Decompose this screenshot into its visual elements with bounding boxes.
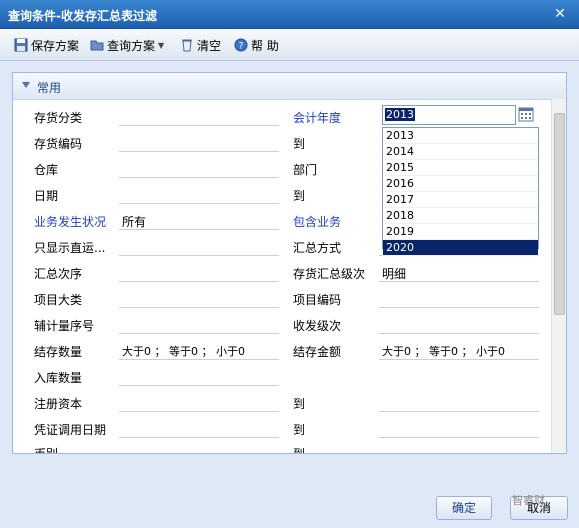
- save-icon: [14, 38, 28, 52]
- window-title: 查询条件-收发存汇总表过滤: [8, 9, 157, 23]
- year-option[interactable]: 2013: [383, 128, 538, 144]
- field-input[interactable]: [119, 411, 279, 412]
- field-input[interactable]: [379, 281, 539, 282]
- field-label: 仓库: [34, 163, 59, 177]
- field-label: 币别: [34, 447, 59, 454]
- panel-scrollbar[interactable]: [551, 99, 566, 453]
- year-option[interactable]: 2014: [383, 144, 538, 160]
- scrollbar-thumb[interactable]: [554, 113, 565, 315]
- year-option[interactable]: 2016: [383, 176, 538, 192]
- calendar-icon[interactable]: [517, 105, 535, 123]
- clear-label: 清空: [197, 38, 222, 53]
- svg-text:?: ?: [239, 42, 244, 52]
- field-label: 存货汇总级次: [293, 267, 366, 281]
- save-scheme-label: 保存方案: [31, 38, 80, 53]
- field-input[interactable]: [379, 333, 539, 334]
- field-label: 包含业务: [293, 215, 342, 229]
- year-option[interactable]: 2015: [383, 160, 538, 176]
- ok-button[interactable]: 确定: [436, 496, 492, 520]
- save-scheme-button[interactable]: 保存方案: [14, 36, 79, 54]
- field-value[interactable]: 大于0 ； 等于0 ； 小于0: [122, 343, 245, 359]
- section-header[interactable]: 常用: [13, 73, 566, 100]
- window-title-bar: 查询条件-收发存汇总表过滤 ✕: [0, 0, 579, 29]
- section-title: 常用: [37, 81, 62, 95]
- field-input[interactable]: [379, 411, 539, 412]
- year-option-selected[interactable]: 2020: [383, 240, 538, 256]
- field-input[interactable]: [119, 255, 279, 256]
- clear-icon: [182, 39, 192, 52]
- query-scheme-button[interactable]: 查询方案 ▼: [90, 36, 164, 54]
- help-icon: ?: [234, 38, 248, 52]
- field-label: 辅计量序号: [34, 319, 95, 333]
- field-input[interactable]: [119, 359, 279, 360]
- field-label: 日期: [34, 189, 59, 203]
- field-input[interactable]: [379, 437, 539, 438]
- field-label: 注册资本: [34, 397, 83, 411]
- field-value[interactable]: 明细: [382, 265, 406, 282]
- field-label: 存货编码: [34, 137, 83, 151]
- field-label: 只显示直运...: [34, 241, 106, 255]
- field-label: 汇总次序: [34, 267, 83, 281]
- field-label: 到: [293, 137, 306, 151]
- clear-button[interactable]: 清空: [180, 36, 221, 54]
- field-label: 结存数量: [34, 345, 83, 359]
- field-label: 会计年度: [293, 111, 342, 125]
- field-label: 部门: [293, 163, 318, 177]
- help-label: 帮 助: [251, 38, 279, 53]
- field-label: 入库数量: [34, 371, 83, 385]
- field-input[interactable]: [119, 333, 279, 334]
- field-input[interactable]: [119, 385, 279, 386]
- field-input[interactable]: [379, 307, 539, 308]
- field-label: 收发级次: [293, 319, 342, 333]
- field-label: 存货分类: [34, 111, 83, 125]
- collapse-arrow-icon[interactable]: [22, 82, 30, 88]
- year-option[interactable]: 2018: [383, 208, 538, 224]
- field-input[interactable]: [119, 307, 279, 308]
- chevron-down-icon: ▼: [158, 40, 165, 50]
- year-dropdown-list: 2013 2014 2015 2016 2017 2018 2019 2020: [382, 127, 539, 256]
- folder-icon: [90, 40, 104, 51]
- field-input[interactable]: [379, 359, 539, 360]
- field-label: 到: [293, 423, 306, 437]
- fiscal-year-input[interactable]: 2013: [382, 105, 516, 125]
- field-input[interactable]: [119, 151, 279, 152]
- field-input[interactable]: [119, 437, 279, 438]
- field-input[interactable]: [119, 229, 279, 230]
- toolbar: 保存方案 查询方案 ▼ 清空 ? 帮 助: [0, 29, 579, 61]
- help-button[interactable]: ? 帮 助: [234, 36, 279, 54]
- field-label: 到: [293, 447, 306, 454]
- query-scheme-label: 查询方案: [107, 38, 156, 53]
- field-label: 到: [293, 189, 306, 203]
- watermark-text: 智睿财: [512, 494, 545, 507]
- field-label: 凭证调用日期: [34, 423, 107, 437]
- year-option[interactable]: 2017: [383, 192, 538, 208]
- field-label: 到: [293, 397, 306, 411]
- year-option[interactable]: 2019: [383, 224, 538, 240]
- field-label: 结存金额: [293, 345, 342, 359]
- field-value[interactable]: 大于0 ； 等于0 ； 小于0: [382, 343, 505, 359]
- close-icon[interactable]: ✕: [551, 5, 569, 23]
- field-input[interactable]: [119, 125, 279, 126]
- field-label: 项目大类: [34, 293, 83, 307]
- field-label: 汇总方式: [293, 241, 342, 255]
- field-input[interactable]: [119, 281, 279, 282]
- field-label: 业务发生状况: [34, 215, 107, 229]
- field-input[interactable]: [119, 203, 279, 204]
- field-value[interactable]: 所有: [122, 213, 146, 230]
- fiscal-year-value: 2013: [385, 108, 415, 121]
- field-input[interactable]: [119, 177, 279, 178]
- field-label: 项目编码: [293, 293, 342, 307]
